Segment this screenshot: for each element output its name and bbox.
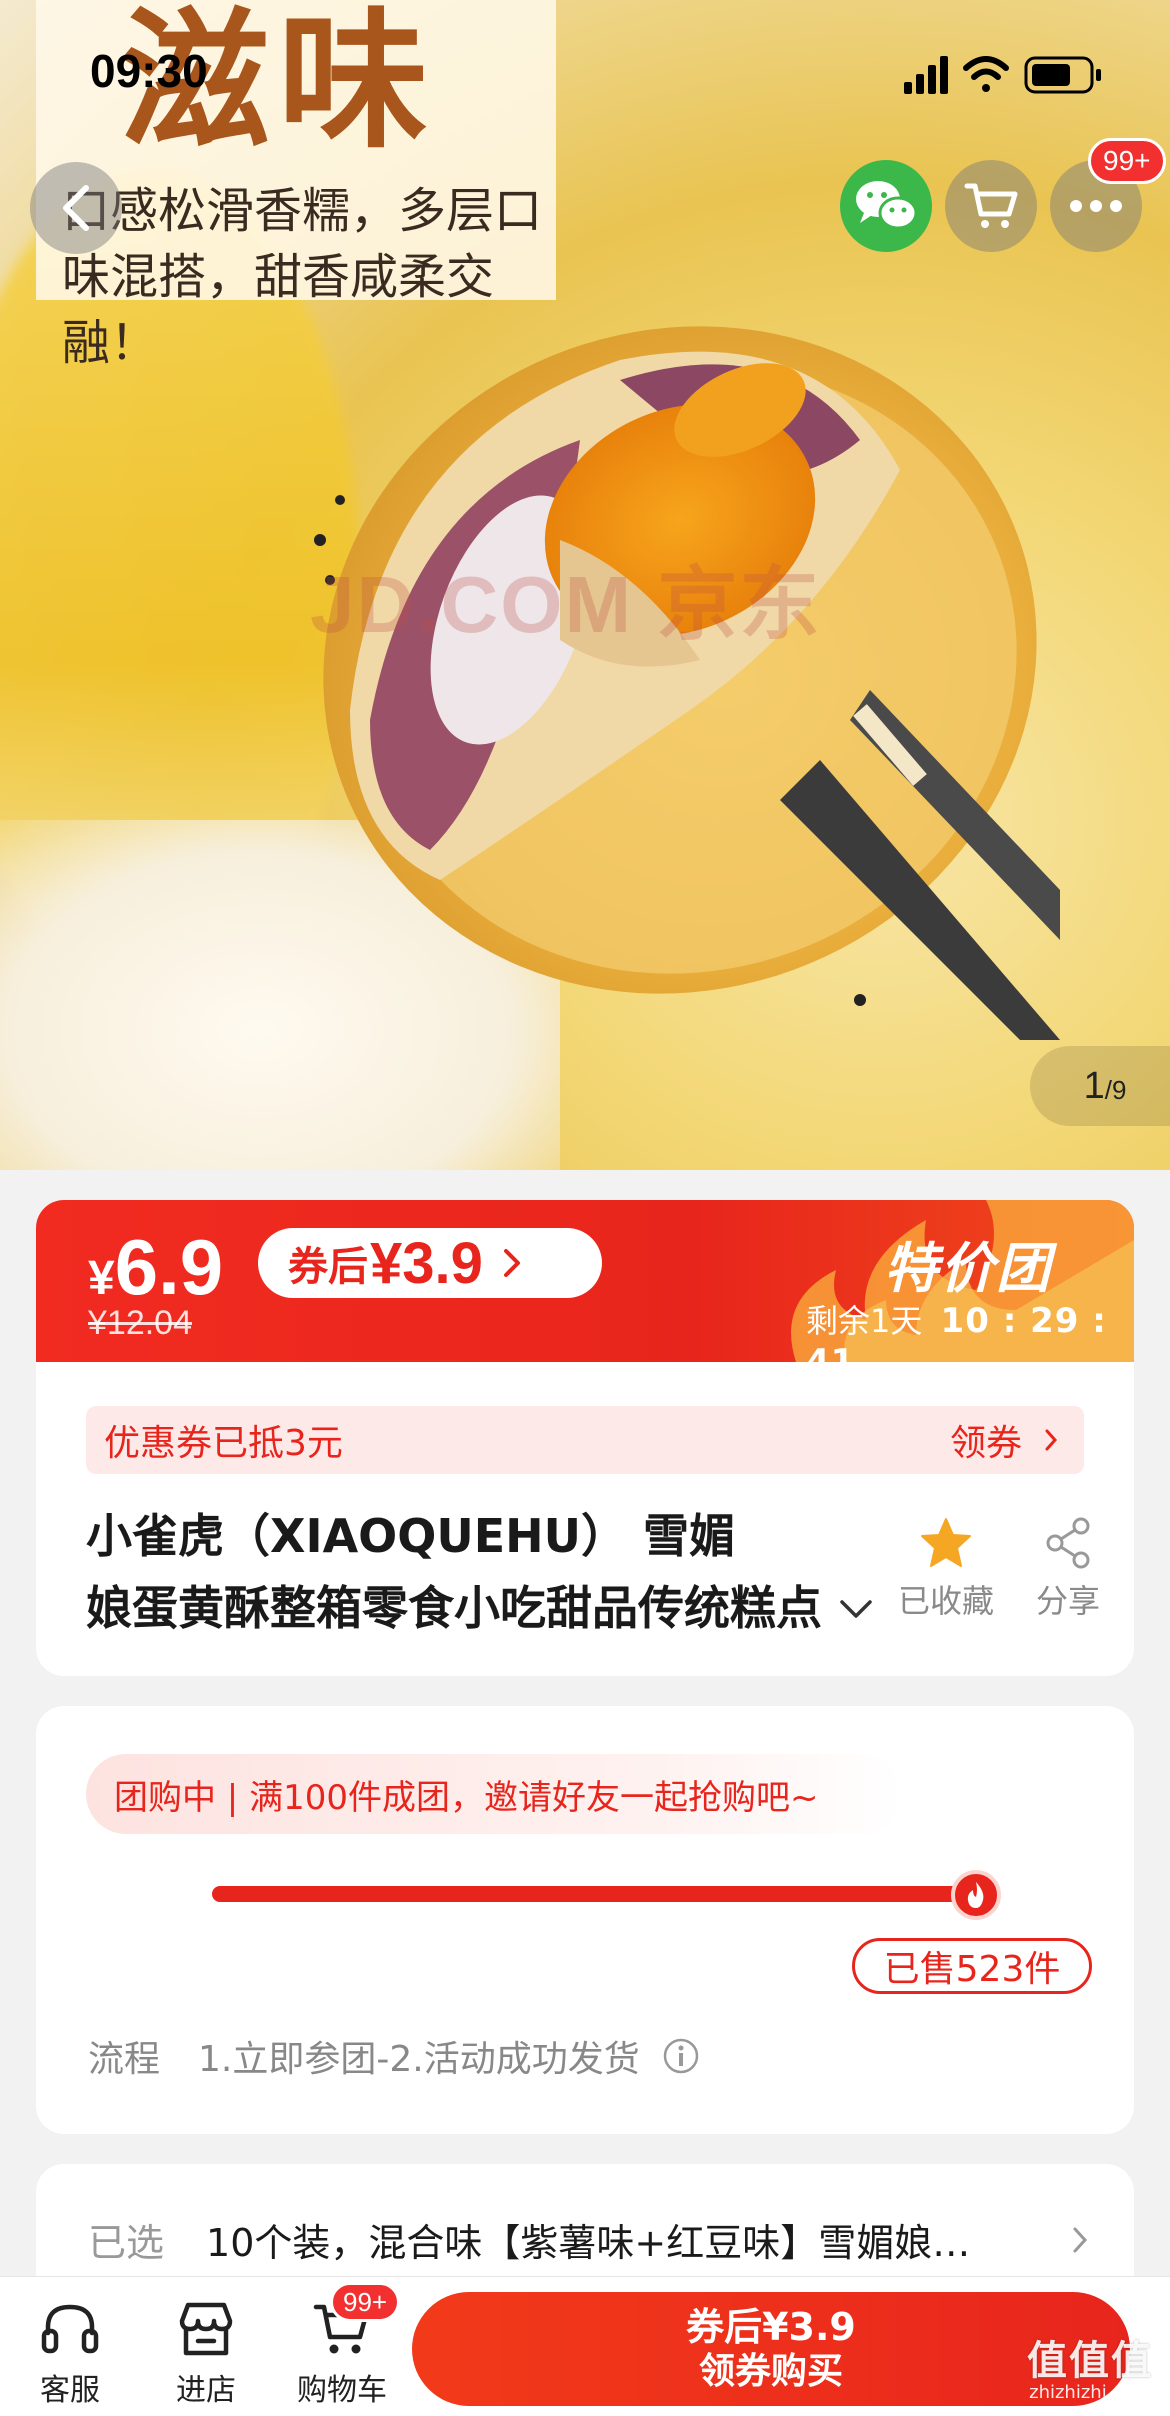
get-coupon-label: 领券 <box>949 1423 1022 1464</box>
site-watermark-text: 值值值 <box>1027 2338 1153 2384</box>
chevron-down-icon[interactable] <box>838 1598 874 1620</box>
more-badge: 99+ <box>1088 138 1166 184</box>
store-button[interactable]: 进店 <box>146 2299 266 2409</box>
group-buy-card: 团购中 | 满100件成团，邀请好友一起抢购吧~ 已售523件 流程 1.立即参… <box>36 1706 1134 2134</box>
wechat-icon <box>856 181 918 230</box>
wifi-icon <box>963 56 1009 92</box>
selected-spec-card[interactable]: 已选 10个装，混合味【紫薯味+红豆味】雪媚娘蛋黄酥 <box>36 2164 1134 2284</box>
price-banner: ¥6.9 ¥12.04 券后 ¥3.9 特价团 剩余1天 10 : 29 : 4… <box>36 1200 1134 1382</box>
back-button[interactable] <box>30 162 122 254</box>
sold-count-tag: 已售523件 <box>852 1938 1092 1994</box>
shopping-cart-label: 购物车 <box>297 2373 387 2408</box>
process-label: 流程 <box>88 2039 161 2080</box>
selected-label: 已选 <box>88 2221 165 2265</box>
headset-icon <box>41 2304 99 2354</box>
selected-spec-row[interactable]: 已选 10个装，混合味【紫薯味+红豆味】雪媚娘蛋黄酥 <box>88 2212 1088 2267</box>
site-watermark: 值值值 zhizhizhi.com <box>1010 2328 1170 2403</box>
signal-icon <box>904 56 948 94</box>
hero-caption-line-1: 口感松滑香糯，多层口 <box>62 183 543 239</box>
process-row: 流程 1.立即参团-2.活动成功发货 <box>88 2030 700 2082</box>
product-title-line-2: 娘蛋黄酥整箱零食小吃甜品传统糕点 <box>86 1581 822 1635</box>
jd-watermark: JD.COM 京东 <box>310 560 822 649</box>
share-button[interactable]: 分享 <box>1036 1516 1100 1622</box>
current-price: ¥6.9 <box>88 1222 223 1313</box>
group-progress-fill <box>212 1886 976 1902</box>
product-title-line-1: 小雀虎（XIAOQUEHU） 雪媚 <box>86 1509 736 1563</box>
coupon-buy-label: 领券购买 <box>698 2351 843 2392</box>
status-icons <box>904 56 1101 94</box>
current-price-value: 6.9 <box>114 1223 224 1311</box>
status-time: 09:30 <box>90 45 208 97</box>
promo-logo: 特价团 <box>884 1237 1052 1300</box>
info-icon[interactable] <box>662 2037 700 2075</box>
cart-count-badge: 99+ <box>330 2282 401 2322</box>
coupon-buy-price: 券后¥3.9 <box>686 2305 856 2349</box>
group-progress-track <box>212 1886 976 1902</box>
group-progress-knob <box>951 1870 1001 1920</box>
coupon-price-button[interactable]: 券后 ¥3.9 <box>258 1228 602 1298</box>
countdown-label: 剩余1天 <box>806 1302 923 1340</box>
cart-icon <box>964 183 1018 228</box>
store-label: 进店 <box>176 2373 236 2408</box>
wechat-share-button[interactable] <box>840 160 932 252</box>
site-watermark-url: zhizhizhi.com <box>1029 2382 1151 2403</box>
image-total: /9 <box>1104 1074 1127 1105</box>
process-text: 1.立即参团-2.活动成功发货 <box>198 2039 640 2080</box>
chevron-right-icon <box>1073 2227 1088 2252</box>
coupon-price-label: 券后 <box>288 1245 368 1289</box>
favorite-button[interactable]: 已收藏 <box>898 1516 994 1622</box>
chevron-left-icon <box>63 185 89 231</box>
fire-icon <box>967 1882 984 1908</box>
get-coupon-link[interactable]: 领券 <box>950 1414 1058 1466</box>
battery-icon <box>1024 56 1101 94</box>
customer-service-label: 客服 <box>40 2373 100 2408</box>
star-icon <box>921 1518 971 1567</box>
currency-symbol: ¥ <box>88 1252 115 1305</box>
price-card: ¥6.9 ¥12.04 券后 ¥3.9 特价团 剩余1天 10 : 29 : 4… <box>36 1200 1134 1676</box>
customer-service-button[interactable]: 客服 <box>10 2299 130 2409</box>
product-title: 小雀虎（XIAOQUEHU） 雪媚 娘蛋黄酥整箱零食小吃甜品传统糕点 <box>86 1500 856 1644</box>
chevron-right-icon <box>1045 1429 1058 1451</box>
selected-value: 10个装，混合味【紫薯味+红豆味】雪媚娘蛋黄酥 <box>206 2221 987 2265</box>
share-label: 分享 <box>1036 1582 1101 1620</box>
favorite-label: 已收藏 <box>898 1582 995 1620</box>
countdown: 剩余1天 10 : 29 : 41 <box>806 1296 1134 1382</box>
coupon-strip[interactable]: 优惠券已抵3元 领券 <box>86 1406 1084 1474</box>
cart-button[interactable] <box>945 160 1037 252</box>
store-icon <box>179 2302 233 2356</box>
original-price: ¥12.04 <box>88 1304 192 1342</box>
image-index: 1 <box>1083 1064 1105 1107</box>
coupon-strip-text: 优惠券已抵3元 <box>104 1423 343 1464</box>
ellipsis-icon <box>1070 200 1122 212</box>
share-icon <box>1046 1517 1090 1569</box>
chevron-right-icon <box>503 1249 520 1277</box>
coupon-price-value: ¥3.9 <box>370 1230 483 1296</box>
group-buy-banner: 团购中 | 满100件成团，邀请好友一起抢购吧~ <box>86 1754 902 1834</box>
image-counter: 1 /9 <box>1030 1046 1170 1126</box>
